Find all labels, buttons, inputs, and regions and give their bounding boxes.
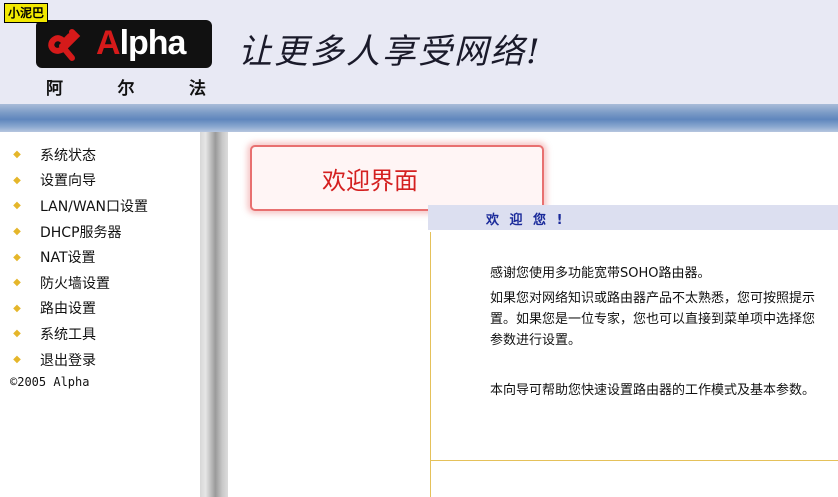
sidebar-item-firewall[interactable]: ◆ 防火墙设置 <box>0 270 148 296</box>
intro-text-line: 参数进行设置。 <box>490 333 582 348</box>
header-banner: 小泥巴 Alpha 阿 尔 法 让更多人享受网络! <box>0 0 838 104</box>
logo-char: 法 <box>189 79 206 99</box>
sidebar-item-logout[interactable]: ◆ 退出登录 <box>0 347 148 373</box>
header-band <box>0 104 838 132</box>
bullet-icon: ◆ <box>13 174 21 186</box>
logo-char: 尔 <box>117 79 135 99</box>
sidebar-item-setup-wizard[interactable]: ◆ 设置向导 <box>0 168 148 194</box>
sidebar-menu: ◆ 系统状态 ◆ 设置向导 ◆ LAN/WAN口设置 ◆ DHCP服务器 ◆ NAT设置 … <box>0 132 200 497</box>
logo-wordmark: Alpha <box>96 24 186 62</box>
intro-text-line: 置。如果您是一位专家，您也可以直接到菜单项中选择您 <box>490 312 816 327</box>
wizard-help-text: 本向导可帮助您快速设置路由器的工作模式及基本参数。 <box>490 383 816 398</box>
sidebar-item-routing[interactable]: ◆ 路由设置 <box>0 296 148 322</box>
logo-char: 阿 <box>46 79 63 99</box>
welcome-callout: 欢迎界面 <box>250 145 544 211</box>
bullet-icon: ◆ <box>13 200 21 212</box>
alpha-logo: Alpha <box>36 20 212 68</box>
alpha-logo-icon <box>48 29 81 61</box>
bullet-icon: ◆ <box>13 226 21 238</box>
logo-chinese-name: 阿 尔 法 <box>46 74 206 99</box>
callout-text: 欢迎界面 <box>322 167 418 195</box>
sidebar-item-lan-wan[interactable]: ◆ LAN/WAN口设置 <box>0 193 148 219</box>
slogan: 让更多人享受网络! <box>238 32 542 72</box>
bullet-icon: ◆ <box>13 328 21 340</box>
sidebar-item-nat[interactable]: ◆ NAT设置 <box>0 244 148 270</box>
frame-splitter[interactable] <box>200 132 228 497</box>
copyright: ©2005 Alpha <box>10 375 90 389</box>
panel-border-left <box>430 232 431 497</box>
thanks-text: 感谢您使用多功能宽带SOHO路由器。 <box>490 266 711 281</box>
bullet-icon: ◆ <box>13 302 21 314</box>
menu-list: ◆ 系统状态 ◆ 设置向导 ◆ LAN/WAN口设置 ◆ DHCP服务器 ◆ NAT设置 … <box>0 142 148 372</box>
bullet-icon: ◆ <box>13 277 21 289</box>
panel-border-bottom <box>430 460 838 461</box>
panel-title: 欢 迎 您 ! <box>486 213 566 228</box>
bullet-icon: ◆ <box>13 149 21 161</box>
bullet-icon: ◆ <box>13 251 21 263</box>
panel-title-bar: 欢 迎 您 ! <box>428 205 838 230</box>
sidebar-item-system-status[interactable]: ◆ 系统状态 <box>0 142 148 168</box>
watermark-tag: 小泥巴 <box>4 3 49 23</box>
bullet-icon: ◆ <box>13 354 21 366</box>
sidebar-item-system-tools[interactable]: ◆ 系统工具 <box>0 321 148 347</box>
intro-text-line: 如果您对网络知识或路由器产品不太熟悉，您可按照提示 <box>490 291 816 306</box>
sidebar-item-dhcp[interactable]: ◆ DHCP服务器 <box>0 219 148 245</box>
